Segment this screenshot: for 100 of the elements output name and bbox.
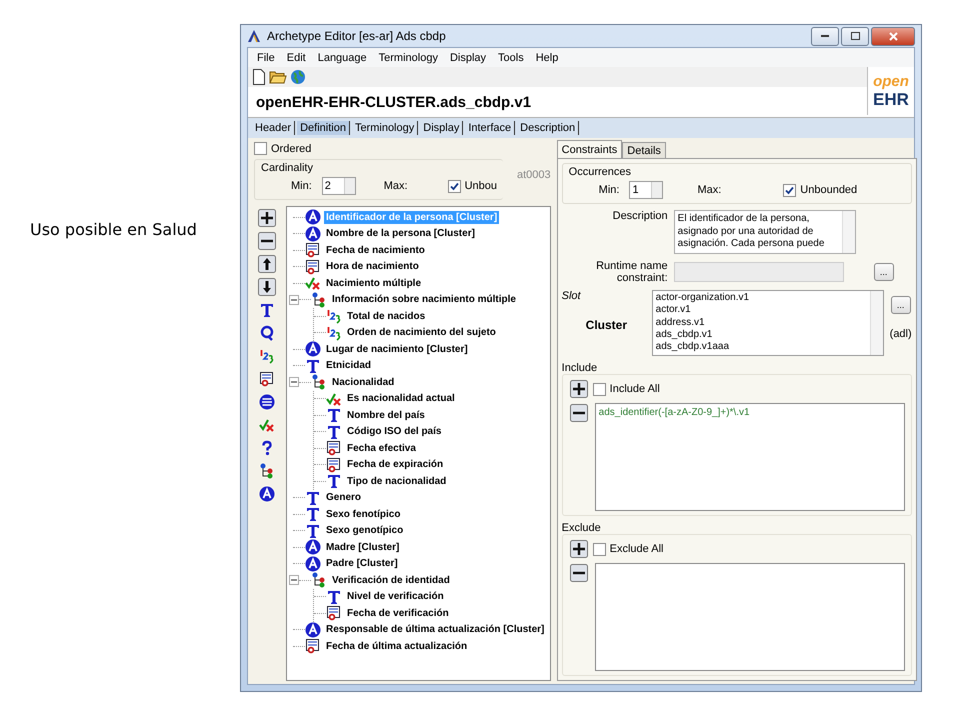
tree-item[interactable]: Responsable de última actualización [Cluster] bbox=[324, 623, 546, 636]
tree-item[interactable]: Es nacionalidad actual bbox=[345, 392, 457, 406]
list-item[interactable]: address.v1 bbox=[656, 316, 867, 329]
checkbox[interactable] bbox=[448, 180, 461, 192]
close-icon bbox=[888, 32, 898, 40]
palette-button[interactable] bbox=[257, 277, 277, 297]
scrollbar[interactable] bbox=[870, 291, 883, 355]
tree-item[interactable]: Nivel de verificación bbox=[345, 590, 446, 604]
tree-item[interactable]: Total de nacidos bbox=[345, 310, 428, 323]
tab[interactable]: Details bbox=[622, 142, 666, 158]
collapse-toggle-icon[interactable] bbox=[289, 575, 299, 586]
description-field[interactable]: El identificador de la persona, asignado por una autoridad de asignación. Cada persona puede bbox=[674, 210, 856, 254]
runtime-name-label: Runtime name constraint: bbox=[595, 260, 668, 284]
maximize-button[interactable] bbox=[841, 26, 869, 46]
palette-button[interactable] bbox=[257, 208, 277, 228]
tree-item[interactable]: Fecha efectiva bbox=[345, 442, 418, 455]
tab[interactable]: Display bbox=[420, 121, 464, 135]
tree-item[interactable]: Genero bbox=[324, 491, 364, 504]
menu-item[interactable]: Language bbox=[312, 52, 372, 64]
tree-structure-icon bbox=[311, 572, 327, 588]
tree-structure-icon bbox=[311, 292, 327, 308]
tree-item[interactable]: Sexo fenotípico bbox=[324, 508, 402, 521]
tree-item[interactable]: Fecha de nacimiento bbox=[324, 244, 427, 257]
list-item[interactable]: actor.v1 bbox=[656, 304, 867, 317]
collapse-toggle-icon[interactable] bbox=[289, 377, 299, 388]
calendar-clock-icon bbox=[259, 371, 275, 387]
checkbox[interactable] bbox=[254, 142, 267, 155]
new-document-icon[interactable] bbox=[252, 69, 266, 85]
runtime-name-field[interactable] bbox=[674, 262, 844, 282]
menu-item[interactable]: File bbox=[252, 52, 280, 64]
tab[interactable]: Interface bbox=[465, 121, 516, 135]
add-button[interactable] bbox=[568, 539, 589, 559]
menu-item[interactable]: Edit bbox=[282, 52, 311, 64]
list-item[interactable]: ads_cbdp.v1 bbox=[656, 328, 867, 342]
archetype-id: openEHR-EHR-CLUSTER.ads_cbdp.v1 bbox=[255, 92, 532, 112]
tree-item[interactable]: Sexo genotípico bbox=[324, 524, 406, 538]
add-icon bbox=[258, 209, 276, 227]
tree-item[interactable]: Código ISO del país bbox=[345, 425, 444, 438]
tree-item[interactable]: Nacimiento múltiple bbox=[324, 276, 424, 290]
globe-icon[interactable] bbox=[290, 69, 306, 85]
tab[interactable]: Constraints bbox=[556, 140, 622, 158]
remove-button[interactable] bbox=[568, 403, 589, 423]
menu-item[interactable]: Display bbox=[444, 52, 492, 64]
tree-item[interactable]: Nacionalidad bbox=[330, 376, 396, 389]
tree-item[interactable]: Lugar de nacimiento [Cluster] bbox=[324, 342, 470, 356]
tree-item[interactable]: Etnicidad bbox=[324, 359, 374, 372]
tree-item[interactable]: Hora de nacimiento bbox=[324, 260, 421, 274]
remove-icon bbox=[570, 564, 588, 582]
calendar-clock-icon bbox=[305, 242, 321, 258]
palette-button[interactable] bbox=[257, 254, 277, 274]
tree-item[interactable]: Fecha de expiración bbox=[345, 458, 446, 472]
tab[interactable]: Terminology bbox=[352, 121, 418, 135]
remove-button[interactable] bbox=[568, 563, 589, 583]
add-button[interactable] bbox=[568, 379, 589, 399]
checkbox[interactable] bbox=[783, 184, 796, 196]
count-icon bbox=[326, 308, 342, 324]
tab[interactable]: Definition bbox=[297, 121, 350, 135]
tree-item[interactable]: Fecha de última actualización bbox=[324, 640, 470, 653]
number-spinner[interactable]: 2 bbox=[322, 177, 356, 195]
slot-list[interactable]: actor-organization.v1 actor.v1 address.v1 ads_cbdp.v1 ads_cbdp.v1aaa bbox=[652, 290, 884, 356]
tab[interactable]: Header bbox=[252, 121, 296, 135]
tree-item[interactable]: Verificación de identidad bbox=[330, 574, 452, 587]
close-button[interactable] bbox=[871, 26, 915, 46]
palette-button[interactable] bbox=[257, 231, 277, 251]
group-title: Occurrences bbox=[568, 166, 632, 178]
checkbox[interactable] bbox=[592, 542, 606, 556]
q-shape-icon bbox=[259, 325, 275, 341]
checkbox[interactable] bbox=[592, 382, 606, 396]
node-code: at0003 bbox=[517, 169, 551, 181]
minimize-button[interactable] bbox=[811, 26, 839, 46]
tree-item[interactable]: Nombre del país bbox=[345, 408, 427, 422]
pattern-list[interactable] bbox=[594, 563, 905, 671]
collapse-toggle-icon[interactable] bbox=[289, 294, 299, 305]
tree-item[interactable]: Fecha de verificación bbox=[345, 606, 451, 620]
checkbox-label: Include All bbox=[610, 383, 660, 395]
list-item[interactable]: ads_cbdp.v1aaa bbox=[656, 341, 867, 354]
menu-item[interactable]: Terminology bbox=[374, 52, 443, 64]
list-item[interactable]: actor-organization.v1 bbox=[656, 292, 867, 304]
slot-label: Slot bbox=[562, 290, 582, 302]
t-shape-icon bbox=[305, 358, 321, 374]
browse-button[interactable]: ... bbox=[874, 263, 894, 281]
tree-item[interactable]: Tipo de nacionalidad bbox=[345, 474, 448, 488]
tab[interactable]: Description bbox=[517, 121, 580, 135]
tree-item[interactable]: Orden de nacimiento del sujeto bbox=[345, 326, 498, 340]
t-shape-icon bbox=[305, 506, 321, 522]
menu-item[interactable]: Tools bbox=[493, 52, 529, 64]
scrollbar[interactable] bbox=[842, 211, 855, 253]
open-folder-icon[interactable] bbox=[269, 69, 287, 85]
calendar-clock-icon bbox=[305, 258, 321, 275]
tree-item[interactable]: Nombre de la persona [Cluster] bbox=[324, 227, 477, 240]
tree-item[interactable]: Padre [Cluster] bbox=[324, 557, 400, 570]
tree-item[interactable]: Madre [Cluster] bbox=[324, 540, 402, 554]
number-spinner[interactable]: 1 bbox=[629, 181, 664, 199]
palette-button[interactable] bbox=[257, 484, 277, 504]
pattern-list[interactable]: ads_identifier(-[a-zA-Z0-9_]+)*\.v1 bbox=[594, 403, 905, 511]
browse-button[interactable]: ... bbox=[890, 296, 911, 314]
menu-item[interactable]: Help bbox=[530, 52, 564, 64]
tree-item[interactable]: Información sobre nacimiento múltiple bbox=[330, 293, 518, 306]
palette-button[interactable] bbox=[257, 392, 277, 412]
count-icon bbox=[326, 324, 342, 341]
